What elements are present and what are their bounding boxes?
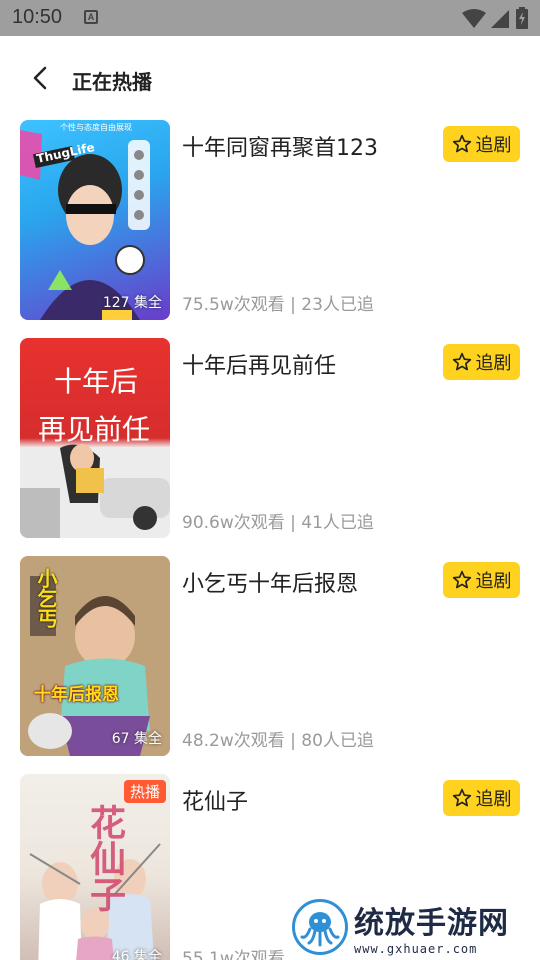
follow-button[interactable]: 追剧 xyxy=(443,344,520,380)
drama-thumbnail[interactable]: 个性与态度自由展现 ThugLife 127 集全 xyxy=(20,120,170,320)
follow-label: 追剧 xyxy=(475,789,512,810)
episode-count: 127 集全 xyxy=(102,295,162,311)
drama-stats: 48.2w次观看 | 80人已追 xyxy=(182,731,374,751)
follow-label: 追剧 xyxy=(475,353,512,374)
drama-thumbnail[interactable]: 花仙子 热播 46 集全 xyxy=(20,774,170,960)
drama-thumbnail[interactable]: 小乞丐 十年后报恩 67 集全 xyxy=(20,556,170,756)
watermark-name: 统放手游网 xyxy=(354,906,509,941)
site-watermark: 统放手游网 www.gxhuaer.com xyxy=(292,898,532,956)
drama-thumbnail[interactable]: 十年后 再见前任 xyxy=(20,338,170,538)
drama-stats: 90.6w次观看 | 41人已追 xyxy=(182,513,374,533)
drama-title[interactable]: 十年后再见前任 xyxy=(182,348,336,380)
list-item[interactable]: 十年后 再见前任 十年后再见前任 追剧 90.6w次观看 | 41人已追 xyxy=(0,338,540,556)
star-icon xyxy=(452,352,471,371)
drama-stats: 55.1w次观看 xyxy=(182,949,285,960)
thumb-line-2: 再见前任 xyxy=(38,413,151,446)
follow-button[interactable]: 追剧 xyxy=(443,780,520,816)
star-icon xyxy=(452,788,471,807)
episode-count: 46 集全 xyxy=(111,949,162,960)
thumb-art-text: 花仙子 xyxy=(84,804,125,912)
drama-stats: 75.5w次观看 | 23人已追 xyxy=(182,295,374,315)
thumb-vertical: 小乞丐 xyxy=(34,568,58,628)
episode-count: 67 集全 xyxy=(111,731,162,747)
thumb-line-1: 十年后 xyxy=(54,365,139,398)
battery-icon xyxy=(516,7,528,33)
thumb-bottom-text: 十年后报恩 xyxy=(34,685,119,705)
notification-icon: A xyxy=(84,10,98,24)
follow-label: 追剧 xyxy=(475,571,512,592)
signal-icon xyxy=(490,9,510,33)
list-item[interactable]: 小乞丐 十年后报恩 67 集全 小乞丐十年后报恩 追剧 48.2w次观看 | 8… xyxy=(0,556,540,774)
status-time: 10:50 xyxy=(12,6,63,28)
star-icon xyxy=(452,134,471,153)
follow-button[interactable]: 追剧 xyxy=(443,126,520,162)
drama-title[interactable]: 花仙子 xyxy=(182,784,248,816)
back-button[interactable] xyxy=(26,64,54,92)
chevron-left-icon xyxy=(33,66,47,90)
page-title: 正在热播 xyxy=(72,70,152,94)
follow-button[interactable]: 追剧 xyxy=(443,562,520,598)
follow-label: 追剧 xyxy=(475,135,512,156)
star-icon xyxy=(452,570,471,589)
hot-badge: 热播 xyxy=(123,780,166,803)
page-header: 正在热播 xyxy=(0,36,540,120)
status-bar: 10:50 A xyxy=(0,0,540,36)
watermark-url: www.gxhuaer.com xyxy=(354,942,478,956)
drama-title[interactable]: 小乞丐十年后报恩 xyxy=(182,566,358,598)
octopus-logo-icon xyxy=(292,899,348,955)
list-item[interactable]: 个性与态度自由展现 ThugLife 127 集全 十年同窗再聚首123 追剧 … xyxy=(0,120,540,338)
wifi-icon xyxy=(462,9,486,33)
drama-list: 个性与态度自由展现 ThugLife 127 集全 十年同窗再聚首123 追剧 … xyxy=(0,120,540,960)
drama-title[interactable]: 十年同窗再聚首123 xyxy=(182,130,378,162)
